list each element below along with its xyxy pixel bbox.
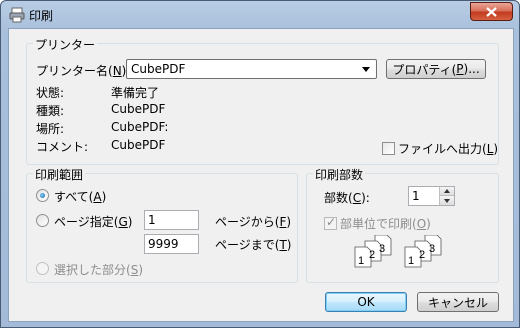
collate-set-2-page-1: 1 xyxy=(408,255,414,267)
collate-set-2-page-2: 2 xyxy=(419,249,425,261)
copies-count-label: 部数(C): xyxy=(324,191,370,205)
type-value: CubePDF xyxy=(111,102,166,116)
comment-label: コメント: xyxy=(36,140,89,154)
collate-set-1-page-1: 1 xyxy=(358,255,364,267)
collate-checkbox[interactable]: ✓ xyxy=(324,215,337,230)
collate-set-1-page-2: 2 xyxy=(369,249,375,261)
range-pages-label[interactable]: ページ指定(G) xyxy=(54,213,132,230)
copies-count-value: 1 xyxy=(412,189,420,203)
close-icon xyxy=(486,6,497,17)
where-label: 場所: xyxy=(36,122,65,136)
cancel-button[interactable]: キャンセル xyxy=(417,292,499,312)
ok-button[interactable]: OK xyxy=(325,292,407,312)
range-selection-label[interactable]: 選択した部分(S) xyxy=(54,261,143,278)
print-to-file-label[interactable]: ファイルへ出力(L) xyxy=(398,140,498,157)
close-button[interactable] xyxy=(470,2,513,21)
where-value: CubePDF: xyxy=(111,120,169,134)
collate-set-2-icon: 3 2 1 xyxy=(404,235,442,268)
print-range-group-title: 印刷範囲 xyxy=(33,166,86,183)
to-page-label: ページまで(T) xyxy=(215,238,292,252)
dialog-client-area: プリンター プリンター名(N): CubePDF プロパティ(P)... 状態:… xyxy=(8,28,514,322)
from-page-label: ページから(F) xyxy=(215,215,292,229)
status-value: 準備完了 xyxy=(111,86,160,100)
to-page-input[interactable]: 9999 xyxy=(144,234,199,254)
collate-set-1-page-3: 3 xyxy=(379,243,385,255)
type-label: 種類: xyxy=(36,104,65,118)
chevron-down-icon xyxy=(444,198,450,203)
printer-group-title: プリンター xyxy=(33,36,98,53)
chevron-up-icon xyxy=(444,189,450,193)
collate-pages-icon: 3 2 1 3 2 1 xyxy=(354,235,442,268)
collate-set-1-icon: 3 2 1 xyxy=(354,235,392,268)
printer-name-select[interactable]: CubePDF xyxy=(126,59,377,79)
printer-app-icon xyxy=(9,7,25,23)
checkmark-icon: ✓ xyxy=(326,215,337,229)
window-title: 印刷 xyxy=(29,9,54,23)
range-selection-radio[interactable] xyxy=(36,262,49,275)
printer-name-label: プリンター名(N): xyxy=(36,64,130,78)
spin-down-button[interactable] xyxy=(439,196,454,205)
from-page-input[interactable]: 1 xyxy=(144,210,199,230)
spin-up-button[interactable] xyxy=(439,187,454,196)
title-bar[interactable]: 印刷 xyxy=(1,1,519,29)
chevron-down-icon xyxy=(362,67,370,72)
status-label: 状態: xyxy=(36,86,65,100)
range-pages-radio[interactable] xyxy=(36,214,49,227)
comment-value: CubePDF xyxy=(111,138,166,152)
printer-name-value: CubePDF xyxy=(131,62,186,76)
copies-count-stepper[interactable]: 1 xyxy=(408,186,455,206)
collate-label[interactable]: 部単位で印刷(O) xyxy=(340,215,431,232)
range-all-radio[interactable] xyxy=(36,189,49,202)
range-all-label[interactable]: すべて(A) xyxy=(54,188,106,205)
print-to-file-checkbox[interactable] xyxy=(382,142,395,155)
collate-set-2-page-3: 3 xyxy=(429,243,435,255)
copies-group-title: 印刷部数 xyxy=(313,166,366,183)
properties-button[interactable]: プロパティ(P)... xyxy=(386,59,486,79)
print-dialog-window: 印刷 プリンター プリンター名(N): CubePDF プロパティ(P)... … xyxy=(0,0,520,328)
